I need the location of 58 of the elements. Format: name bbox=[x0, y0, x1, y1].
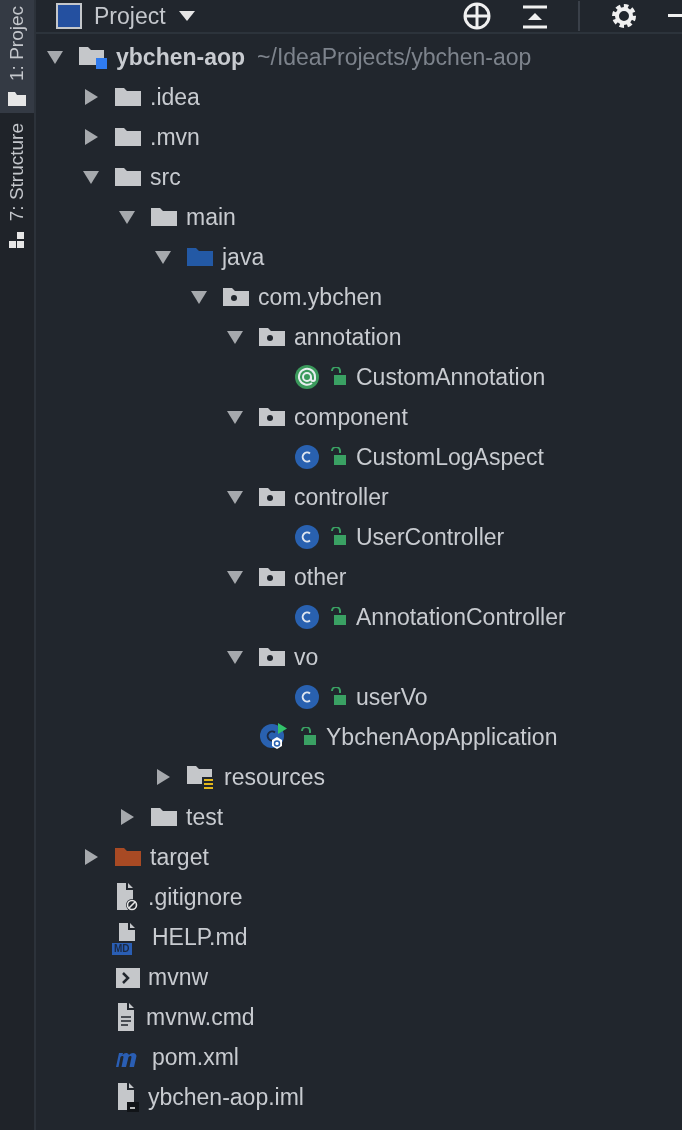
item-name: annotation bbox=[294, 323, 402, 351]
item-name: component bbox=[294, 403, 408, 431]
tree-item[interactable]: resources bbox=[36, 757, 682, 797]
tree-item[interactable]: .gitignore bbox=[36, 877, 682, 917]
tree-item[interactable]: main bbox=[36, 197, 682, 237]
item-name: CustomAnnotation bbox=[356, 363, 546, 391]
tree-item[interactable]: com.ybchen bbox=[36, 277, 682, 317]
item-name: java bbox=[222, 243, 265, 271]
tree-item[interactable]: userVo bbox=[36, 677, 682, 717]
tree-item[interactable]: src bbox=[36, 157, 682, 197]
item-name: test bbox=[186, 803, 224, 831]
item-name: pom.xml bbox=[152, 1043, 239, 1071]
tree-item[interactable]: .mvn bbox=[36, 117, 682, 157]
item-name: vo bbox=[294, 643, 319, 671]
item-name: mvnw bbox=[148, 963, 209, 991]
item-name: ybchen-aop bbox=[116, 43, 246, 71]
tree-item[interactable]: MD HELP.md bbox=[36, 917, 682, 957]
tree-item[interactable]: ybchen-aop.iml bbox=[36, 1077, 682, 1117]
tree-item[interactable]: test bbox=[36, 797, 682, 837]
tree-item[interactable]: annotation bbox=[36, 317, 682, 357]
item-name: .mvn bbox=[150, 123, 200, 151]
tree-item[interactable]: UserController bbox=[36, 517, 682, 557]
tree-item[interactable]: CustomLogAspect bbox=[36, 437, 682, 477]
tree-item[interactable]: mvnw bbox=[36, 957, 682, 997]
item-name: userVo bbox=[356, 683, 428, 711]
item-name: CustomLogAspect bbox=[356, 443, 544, 471]
item-name: .idea bbox=[150, 83, 200, 111]
item-name: YbchenAopApplication bbox=[326, 723, 558, 751]
item-name: mvnw.cmd bbox=[146, 1003, 255, 1031]
item-name: other bbox=[294, 563, 347, 591]
item-name: controller bbox=[294, 483, 389, 511]
tree-item[interactable]: mvnw.cmd bbox=[36, 997, 682, 1037]
panel-title: Project bbox=[94, 2, 166, 30]
item-name: .gitignore bbox=[148, 883, 243, 911]
tree-item[interactable]: vo bbox=[36, 637, 682, 677]
item-name: target bbox=[150, 843, 209, 871]
item-name: AnnotationController bbox=[356, 603, 566, 631]
tree-item[interactable]: .idea bbox=[36, 77, 682, 117]
tree-item[interactable]: pom.xml bbox=[36, 1037, 682, 1077]
tree-item[interactable]: other bbox=[36, 557, 682, 597]
tree-item[interactable]: AnnotationController bbox=[36, 597, 682, 637]
project-path: ~/IdeaProjects/ybchen-aop bbox=[257, 43, 532, 71]
item-name: src bbox=[150, 163, 181, 191]
tree-item[interactable]: CustomAnnotation bbox=[36, 357, 682, 397]
tool-window-tab[interactable]: 7: Structure bbox=[0, 117, 34, 256]
item-name: main bbox=[186, 203, 236, 231]
tree-item[interactable]: YbchenAopApplication bbox=[36, 717, 682, 757]
item-name: resources bbox=[224, 763, 325, 791]
tree-item[interactable]: controller bbox=[36, 477, 682, 517]
item-name: UserController bbox=[356, 523, 505, 551]
item-name: ybchen-aop.iml bbox=[148, 1083, 304, 1111]
tree-item[interactable]: component bbox=[36, 397, 682, 437]
tree-item[interactable]: java bbox=[36, 237, 682, 277]
item-name: HELP.md bbox=[152, 923, 248, 951]
tool-window-tab[interactable]: 1: Projec bbox=[0, 0, 34, 113]
tree-item[interactable]: ybchen-aop ~/IdeaProjects/ybchen-aop bbox=[36, 37, 682, 77]
item-name: com.ybchen bbox=[258, 283, 382, 311]
tree-item[interactable]: target bbox=[36, 837, 682, 877]
